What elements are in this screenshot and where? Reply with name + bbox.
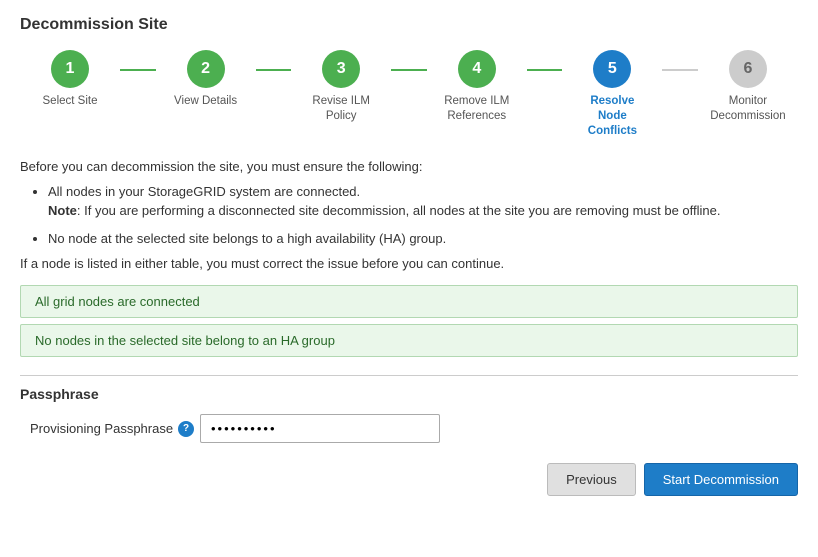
intro-text: Before you can decommission the site, yo… <box>20 159 798 174</box>
bullet-list: All nodes in your StorageGRID system are… <box>48 182 798 249</box>
passphrase-label-text: Provisioning Passphrase <box>30 421 173 436</box>
step-6-label: MonitorDecommission <box>710 94 785 124</box>
passphrase-section-title: Passphrase <box>20 386 798 402</box>
previous-button[interactable]: Previous <box>547 463 636 496</box>
step-5-circle: 5 <box>593 50 631 88</box>
step-6-circle: 6 <box>729 50 767 88</box>
bullet-2-main: No node at the selected site belongs to … <box>48 231 446 246</box>
bullet-1: All nodes in your StorageGRID system are… <box>48 182 798 221</box>
step-4: 4 Remove ILMReferences <box>427 50 527 124</box>
table-instruction: If a node is listed in either table, you… <box>20 256 798 271</box>
connector-5-6 <box>662 69 698 71</box>
info-box-1: All grid nodes are connected <box>20 285 798 318</box>
page-title: Decommission Site <box>20 16 798 34</box>
step-1: 1 Select Site <box>20 50 120 109</box>
passphrase-label: Provisioning Passphrase ? <box>30 421 200 437</box>
step-3-label: Revise ILMPolicy <box>312 94 370 124</box>
step-5-label: ResolveNodeConflicts <box>588 94 637 139</box>
step-3-circle: 3 <box>322 50 360 88</box>
bullet-2: No node at the selected site belongs to … <box>48 229 798 249</box>
step-4-circle: 4 <box>458 50 496 88</box>
bullet-1-main: All nodes in your StorageGRID system are… <box>48 184 721 219</box>
step-5: 5 ResolveNodeConflicts <box>562 50 662 139</box>
step-2-circle: 2 <box>187 50 225 88</box>
connector-1-2 <box>120 69 156 71</box>
step-1-circle: 1 <box>51 50 89 88</box>
info-box-2: No nodes in the selected site belong to … <box>20 324 798 357</box>
start-decommission-button[interactable]: Start Decommission <box>644 463 798 496</box>
step-2-label: View Details <box>174 94 237 109</box>
step-6: 6 MonitorDecommission <box>698 50 798 124</box>
connector-3-4 <box>391 69 427 71</box>
note-label: Note <box>48 203 77 218</box>
footer-buttons: Previous Start Decommission <box>20 463 798 496</box>
step-2: 2 View Details <box>156 50 256 109</box>
step-1-label: Select Site <box>43 94 98 109</box>
stepper: 1 Select Site 2 View Details 3 Revise IL… <box>20 50 798 139</box>
main-content: Before you can decommission the site, yo… <box>20 159 798 272</box>
info-boxes: All grid nodes are connected No nodes in… <box>20 285 798 357</box>
note-text: : If you are performing a disconnected s… <box>77 203 721 218</box>
section-divider <box>20 375 798 376</box>
help-icon[interactable]: ? <box>178 421 194 437</box>
connector-2-3 <box>256 69 292 71</box>
passphrase-input[interactable] <box>200 414 440 443</box>
step-4-label: Remove ILMReferences <box>444 94 509 124</box>
passphrase-row: Provisioning Passphrase ? <box>20 414 798 443</box>
connector-4-5 <box>527 69 563 71</box>
step-3: 3 Revise ILMPolicy <box>291 50 391 124</box>
